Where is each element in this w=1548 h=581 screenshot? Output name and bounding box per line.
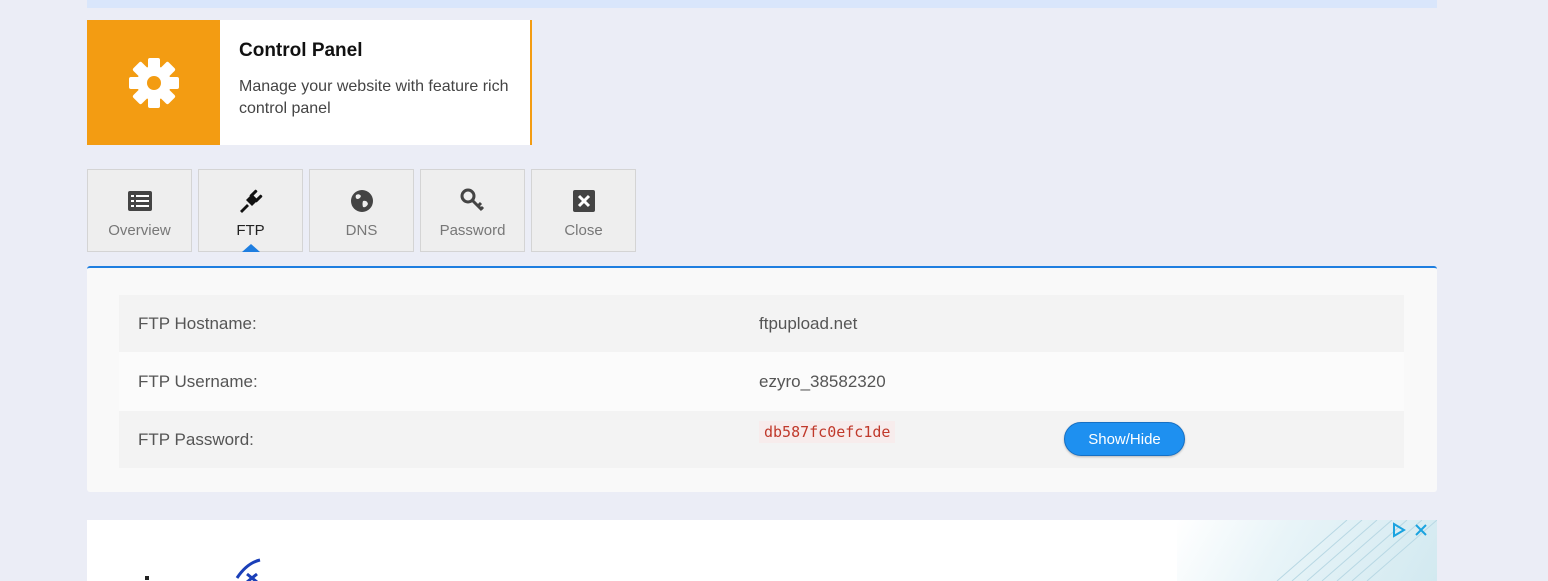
tab-label: Overview xyxy=(108,222,171,239)
ftp-password-row: FTP Password: db587fc0efc1de Show/Hide xyxy=(119,411,1404,468)
control-panel-card[interactable]: Control Panel Manage your website with f… xyxy=(87,20,532,145)
advertisement-banner[interactable] xyxy=(87,520,1437,581)
plug-icon xyxy=(239,189,262,213)
top-banner-strip xyxy=(87,0,1437,8)
list-icon xyxy=(127,191,152,211)
adchoices-icon[interactable] xyxy=(1391,522,1407,538)
tab-dns[interactable]: DNS xyxy=(309,169,414,252)
tab-bar: Overview FTP DNS Password Close xyxy=(87,169,642,252)
control-panel-title: Control Panel xyxy=(239,40,363,61)
show-hide-button[interactable]: Show/Hide xyxy=(1064,422,1185,456)
ftp-username-label: FTP Username: xyxy=(138,371,258,391)
gear-icon-box xyxy=(87,20,220,145)
close-box-icon xyxy=(572,190,595,212)
ftp-username-row: FTP Username: ezyro_38582320 xyxy=(119,352,1404,411)
globe-icon xyxy=(350,190,373,212)
control-panel-description: Manage your website with feature rich co… xyxy=(239,78,509,117)
ad-logo-icon xyxy=(145,558,261,581)
tab-close[interactable]: Close xyxy=(531,169,636,252)
key-icon xyxy=(460,188,484,212)
close-icon[interactable] xyxy=(1413,522,1429,538)
tab-overview[interactable]: Overview xyxy=(87,169,192,252)
ftp-username-value: ezyro_38582320 xyxy=(759,371,886,391)
tab-label: Close xyxy=(564,222,603,239)
tab-ftp[interactable]: FTP xyxy=(198,169,303,252)
ftp-hostname-row: FTP Hostname: ftpupload.net xyxy=(119,295,1404,352)
gear-icon xyxy=(128,57,179,108)
tab-label: FTP xyxy=(236,222,265,239)
ftp-hostname-value: ftpupload.net xyxy=(759,313,858,333)
ftp-password-value: db587fc0efc1de xyxy=(759,421,896,443)
tab-label: DNS xyxy=(345,222,378,239)
tab-label: Password xyxy=(439,222,506,239)
tab-password[interactable]: Password xyxy=(420,169,525,252)
ftp-hostname-label: FTP Hostname: xyxy=(138,313,257,333)
ftp-details-panel: FTP Hostname: ftpupload.net FTP Username… xyxy=(87,266,1437,492)
active-tab-caret xyxy=(241,244,260,252)
ftp-password-label: FTP Password: xyxy=(138,429,254,449)
